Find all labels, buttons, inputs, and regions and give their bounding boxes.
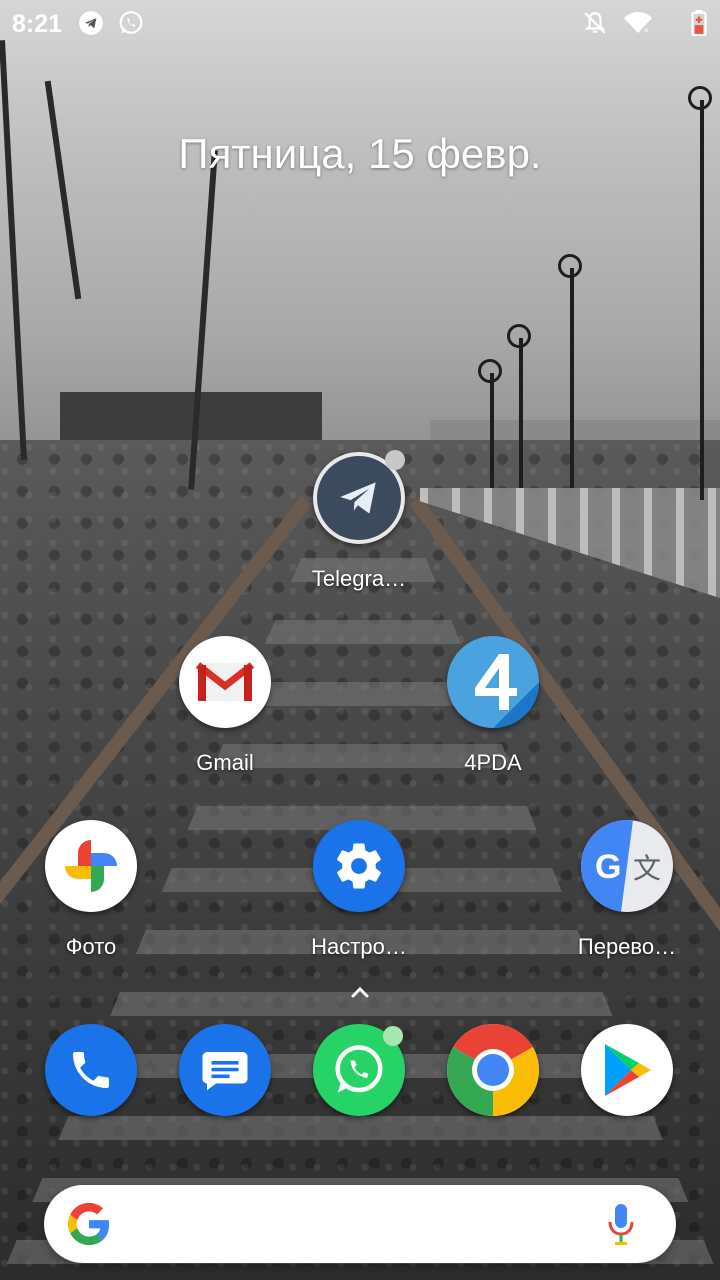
app-label: Перево… — [577, 934, 677, 959]
wallpaper-lamp-post — [558, 254, 582, 488]
app-label: Фото — [65, 934, 117, 959]
app-settings[interactable]: Настро… — [284, 820, 434, 960]
app-gmail[interactable]: Gmail — [150, 636, 300, 776]
app-label: 4PDA — [464, 750, 522, 775]
status-bar: 8:21 × — [0, 0, 720, 48]
do-not-disturb-icon — [584, 12, 606, 34]
messages-icon — [202, 1052, 248, 1091]
svg-text:×: × — [644, 26, 649, 35]
google-search-bar[interactable] — [44, 1185, 676, 1263]
chrome-icon — [447, 1024, 539, 1116]
app-translate[interactable]: G 文 Перево… — [552, 820, 702, 960]
microphone-icon[interactable] — [606, 1202, 636, 1246]
play-store-icon — [605, 1044, 651, 1096]
4pda-icon — [447, 636, 539, 728]
status-clock: 8:21 — [12, 10, 63, 38]
phone-icon — [73, 1052, 109, 1088]
whatsapp-icon — [119, 11, 143, 34]
date-widget[interactable]: Пятница, 15 февр. — [0, 130, 720, 178]
gmail-icon — [179, 636, 271, 728]
chevron-up-icon[interactable] — [348, 984, 372, 1000]
google-g-icon — [67, 1202, 110, 1246]
notification-badge — [383, 1026, 403, 1046]
svg-text:文: 文 — [633, 852, 661, 885]
svg-text:G: G — [595, 848, 621, 886]
wallpaper-lamp-post — [478, 359, 502, 488]
dock-phone-button[interactable] — [45, 1024, 137, 1116]
app-4pda[interactable]: 4PDA — [418, 636, 568, 776]
notification-badge — [385, 450, 405, 470]
app-label: Gmail — [196, 750, 254, 775]
dock-chrome-button[interactable] — [447, 1024, 539, 1116]
wifi-icon: × — [624, 12, 652, 35]
dock-messages-button[interactable] — [179, 1024, 271, 1116]
google-photos-icon — [45, 820, 137, 912]
telegram-icon — [79, 11, 103, 35]
wallpaper-lamp-post — [507, 324, 531, 488]
battery-charging-icon — [691, 10, 707, 36]
settings-gear-icon — [313, 820, 405, 912]
app-photos[interactable]: Фото — [16, 820, 166, 960]
app-label: Telegra… — [311, 566, 407, 591]
whatsapp-icon — [335, 1045, 383, 1093]
app-telegram[interactable]: Telegra… — [284, 450, 434, 592]
dock-play-store-button[interactable] — [581, 1024, 673, 1116]
google-translate-icon: G 文 — [581, 820, 673, 912]
app-label: Настро… — [311, 934, 407, 959]
